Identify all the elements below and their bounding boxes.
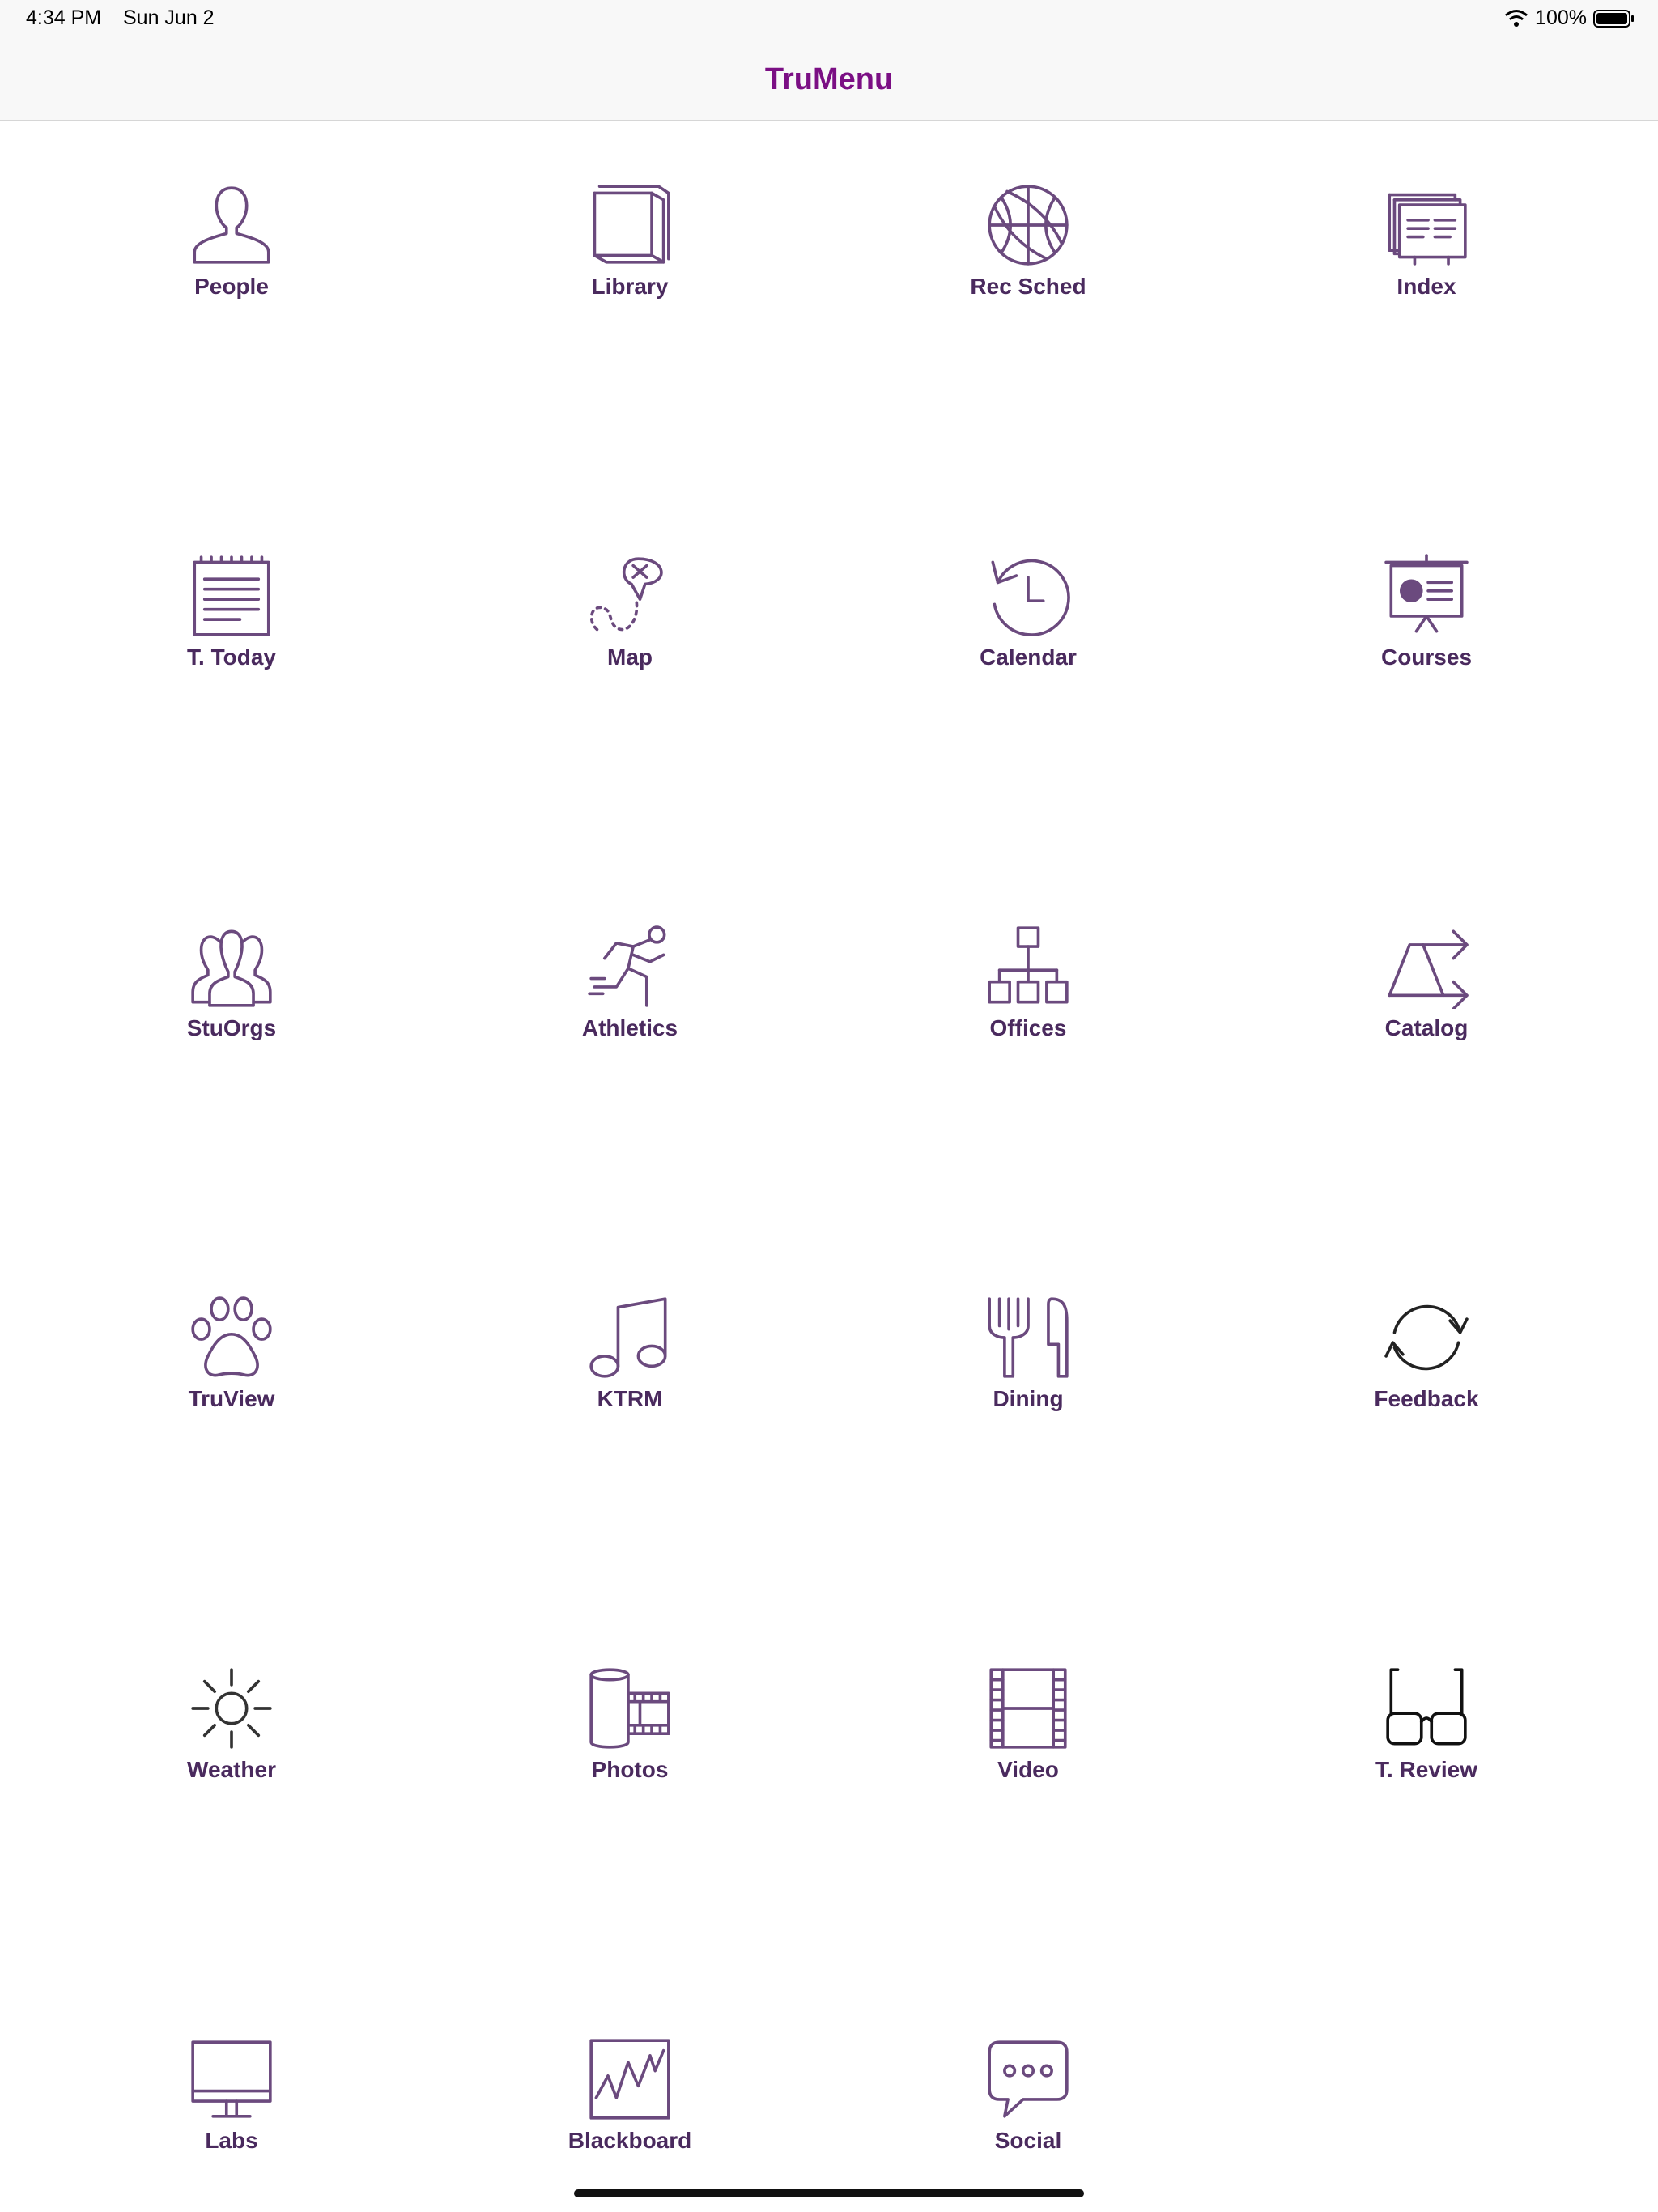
tile-label: Index	[1397, 274, 1456, 299]
tile-label: Photos	[591, 1757, 669, 1782]
tile-label: Courses	[1380, 644, 1473, 670]
music-note-icon	[588, 1295, 672, 1380]
tile-label: Athletics	[581, 1015, 678, 1040]
tile-courses[interactable]: Courses	[1305, 554, 1548, 716]
tile-label: TruView	[188, 1386, 275, 1411]
monitor-icon	[189, 2037, 274, 2121]
tile-video[interactable]: Video	[907, 1666, 1150, 1828]
chat-bubble-icon	[986, 2037, 1070, 2121]
tile-label: Social	[994, 2128, 1062, 2153]
runner-icon	[588, 925, 672, 1009]
film-roll-icon	[588, 1666, 672, 1750]
tile-label: Weather	[187, 1757, 276, 1782]
chart-board-icon	[588, 2037, 672, 2121]
film-strip-icon	[986, 1666, 1070, 1750]
group-icon	[189, 925, 274, 1009]
tile-blackboard[interactable]: Blackboard	[508, 2037, 751, 2199]
tile-label: Dining	[993, 1386, 1064, 1411]
notepad-icon	[189, 554, 274, 638]
sun-icon	[189, 1666, 274, 1750]
status-date: Sun Jun 2	[123, 6, 215, 29]
tile-photos[interactable]: Photos	[508, 1666, 751, 1828]
tile-label: Feedback	[1374, 1386, 1479, 1411]
tile-label: Catalog	[1384, 1015, 1469, 1040]
tile-index[interactable]: Index	[1305, 183, 1548, 345]
books-icon	[588, 183, 672, 267]
tile-library[interactable]: Library	[508, 183, 751, 345]
arrows-icon	[1384, 925, 1469, 1009]
battery-percent: 100%	[1535, 6, 1587, 29]
presentation-board-icon	[1384, 554, 1469, 638]
tile-offices[interactable]: Offices	[907, 925, 1150, 1087]
tile-label: T. Review	[1375, 1757, 1478, 1782]
tile-label: T. Today	[187, 644, 276, 670]
status-indicators: 100%	[1504, 6, 1635, 30]
tile-calendar[interactable]: Calendar	[907, 554, 1150, 716]
map-route-icon	[588, 554, 672, 638]
tile-stuorgs[interactable]: StuOrgs	[110, 925, 353, 1087]
navigation-bar: TruMenu	[0, 39, 1658, 121]
paw-icon	[189, 1295, 274, 1380]
status-time: 4:34 PM	[26, 6, 102, 29]
tile-catalog[interactable]: Catalog	[1305, 925, 1548, 1087]
glasses-icon	[1384, 1666, 1469, 1750]
wifi-icon	[1504, 9, 1528, 28]
tile-labs[interactable]: Labs	[110, 2037, 353, 2199]
tile-athletics[interactable]: Athletics	[508, 925, 751, 1087]
tile-label: Offices	[989, 1015, 1067, 1040]
tile-people[interactable]: People	[110, 183, 353, 345]
tile-truview[interactable]: TruView	[110, 1295, 353, 1457]
person-icon	[189, 183, 274, 267]
tile-ktrm[interactable]: KTRM	[508, 1295, 751, 1457]
index-cards-icon	[1384, 183, 1469, 267]
tile-map[interactable]: Map	[508, 554, 751, 716]
tile-label: Calendar	[980, 644, 1077, 670]
tile-feedback[interactable]: Feedback	[1305, 1295, 1548, 1457]
battery-icon	[1593, 9, 1635, 28]
tile-label: Labs	[205, 2128, 258, 2153]
org-chart-icon	[986, 925, 1070, 1009]
status-bar: 4:34 PM Sun Jun 2 100%	[0, 0, 1658, 39]
history-clock-icon	[986, 554, 1070, 638]
basketball-icon	[986, 183, 1070, 267]
fork-knife-icon	[986, 1295, 1070, 1380]
tile-rec-sched[interactable]: Rec Sched	[907, 183, 1150, 345]
tile-label: Library	[591, 274, 669, 299]
tile-t-today[interactable]: T. Today	[110, 554, 353, 716]
tile-dining[interactable]: Dining	[907, 1295, 1150, 1457]
page-title: TruMenu	[764, 62, 894, 96]
tile-t-review[interactable]: T. Review	[1305, 1666, 1548, 1828]
cycle-arrows-icon	[1384, 1295, 1469, 1380]
tile-label: Blackboard	[568, 2128, 692, 2153]
tile-label: Rec Sched	[970, 274, 1086, 299]
tile-label: Video	[997, 1757, 1059, 1782]
tile-label: Map	[607, 644, 653, 670]
tile-label: People	[194, 274, 269, 299]
home-indicator[interactable]	[574, 2189, 1084, 2197]
tile-social[interactable]: Social	[907, 2037, 1150, 2199]
tile-weather[interactable]: Weather	[110, 1666, 353, 1828]
tile-label: KTRM	[597, 1386, 663, 1411]
tile-label: StuOrgs	[186, 1015, 277, 1040]
